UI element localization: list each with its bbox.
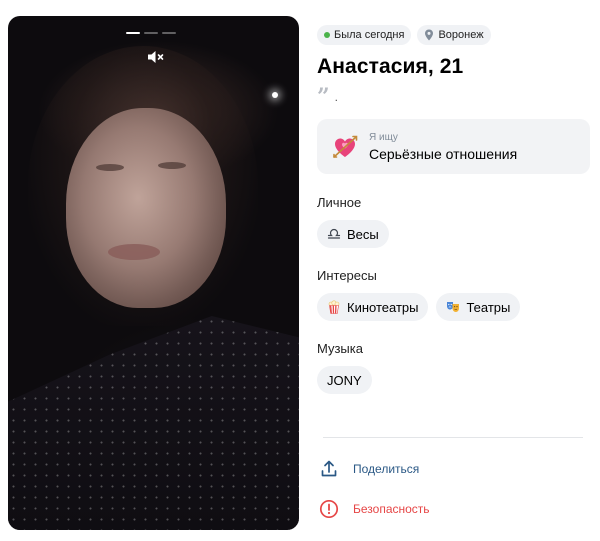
chip-label: JONY xyxy=(327,372,362,388)
profile-video[interactable] xyxy=(8,16,299,530)
divider xyxy=(323,437,583,438)
video-frame-face xyxy=(66,108,226,308)
share-button[interactable]: Поделиться xyxy=(319,459,419,479)
music-title: Музыка xyxy=(317,341,363,356)
progress-segment xyxy=(126,32,140,34)
profile-quote: ” . xyxy=(317,84,592,110)
chip-artist[interactable]: JONY xyxy=(317,366,372,394)
status-badges: Была сегодня Воронеж xyxy=(317,25,592,45)
video-frame-eye xyxy=(158,162,186,169)
share-label: Поделиться xyxy=(353,462,420,476)
online-status-label: Была сегодня xyxy=(334,29,405,41)
video-frame-eye xyxy=(96,164,124,171)
music-section: Музыка JONY xyxy=(317,341,592,394)
alert-icon xyxy=(319,499,339,519)
video-frame-light xyxy=(272,92,278,98)
story-progress xyxy=(126,32,176,34)
chip-label: Весы xyxy=(347,226,379,242)
progress-segment xyxy=(144,32,158,34)
theater-masks-icon xyxy=(447,302,460,312)
chip-label: Театры xyxy=(466,299,511,315)
safety-button[interactable]: Безопасность xyxy=(319,499,430,519)
location-pin-icon xyxy=(425,29,434,41)
chip-label: Кинотеатры xyxy=(347,299,419,315)
personal-title: Личное xyxy=(317,195,362,210)
heart-with-arrow-icon xyxy=(333,135,358,158)
location-badge: Воронеж xyxy=(417,25,491,45)
libra-icon xyxy=(327,228,341,239)
share-icon xyxy=(321,460,337,477)
quote-text: . xyxy=(334,90,338,104)
chip-cinemas[interactable]: Кинотеатры xyxy=(317,293,429,321)
popcorn-icon xyxy=(328,300,340,314)
looking-for-card: Я ищу Серьёзные отношения xyxy=(317,119,590,174)
profile-name-age: Анастасия, 21 xyxy=(317,55,464,78)
safety-label: Безопасность xyxy=(353,502,430,516)
interests-title: Интересы xyxy=(317,268,377,283)
chip-theaters[interactable]: Театры xyxy=(436,293,521,321)
personal-section: Личное Весы xyxy=(317,195,592,248)
chip-libra[interactable]: Весы xyxy=(317,220,389,248)
video-frame-shirt xyxy=(8,316,299,530)
profile-info: Была сегодня Воронеж Анастасия, 21 ” . Я… xyxy=(317,25,592,394)
online-status-badge: Была сегодня xyxy=(317,25,412,45)
looking-for-label: Я ищу xyxy=(369,131,398,143)
video-frame-mouth xyxy=(108,244,160,260)
progress-segment xyxy=(162,32,176,34)
location-label: Воронеж xyxy=(438,29,484,41)
quote-icon: ” xyxy=(317,84,330,110)
online-dot-icon xyxy=(324,32,330,38)
looking-for-value: Серьёзные отношения xyxy=(369,145,518,162)
speaker-muted-icon[interactable] xyxy=(146,49,166,65)
interests-section: Интересы Кинотеатры Театры xyxy=(317,268,592,321)
